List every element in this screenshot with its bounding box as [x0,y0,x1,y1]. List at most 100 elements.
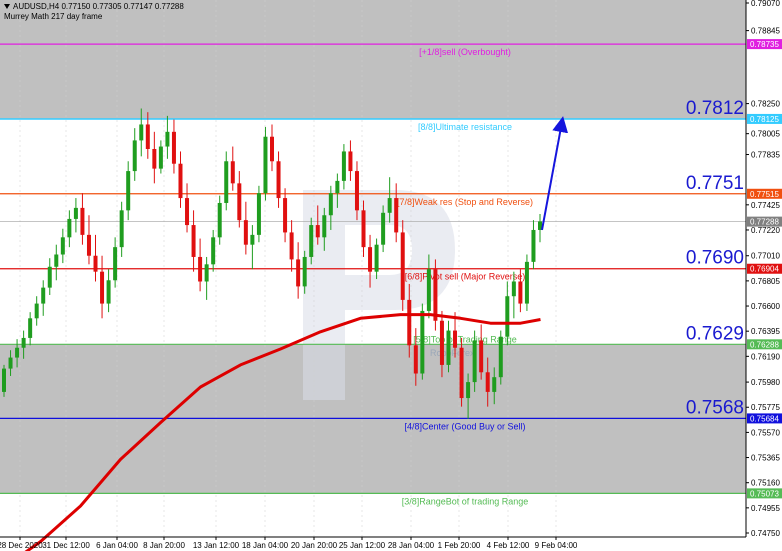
price-tick-label: 0.77220 [751,226,780,235]
candle-body [348,151,353,172]
candle-body [126,171,131,211]
candle [348,140,353,181]
collapse-triangle-icon[interactable] [4,4,10,10]
overbought-band [0,44,746,119]
candle-body [400,232,405,300]
symbol-quote: AUDUSD,H4 0.77150 0.77305 0.77147 0.7728… [13,2,184,11]
price-tick-label: 0.77835 [751,151,780,160]
candle [531,220,536,270]
candle-body [485,372,490,392]
price-tag-label: 0.76904 [750,265,779,274]
candle-body [198,256,203,282]
candle-body [289,232,294,260]
candle [119,201,124,257]
time-axis: 28 Dec 2020 31 Dec 12:00 6 Jan 04:00 8 Jan … [0,536,746,550]
candle-body [315,225,320,238]
candle [73,198,78,233]
level-label: [4/8]Center (Good Buy or Sell) [404,421,525,431]
candle [34,296,39,326]
candle-body [309,225,314,257]
price-tick-label: 0.76600 [751,302,780,311]
symbol-line: AUDUSD,H4 0.77150 0.77305 0.77147 0.7728… [4,2,184,12]
watermark-text: RoboForex [430,348,475,358]
price-tick-label: 0.79070 [751,0,780,8]
level-label: [+1/8]sell (Overbought) [419,47,511,57]
price-tick-label: 0.74955 [751,504,780,513]
candle-body [67,218,72,238]
candle [230,146,235,191]
candle-body [86,234,91,256]
candle-body [2,368,6,392]
time-tick-label: 6 Jan 04:00 [96,541,138,550]
price-axis-bg [746,0,782,551]
price-tick-label: 0.76395 [751,327,780,336]
candle [93,234,98,282]
candle [132,128,137,181]
chart-info: AUDUSD,H4 0.77150 0.77305 0.77147 0.7728… [4,2,184,22]
candle [479,324,484,380]
candle-body [93,255,98,272]
candle [100,255,105,319]
candle [243,201,248,255]
candle [178,151,183,208]
price-tick-label: 0.74750 [751,529,780,538]
time-tick-label: 31 Dec 12:00 [42,541,90,550]
candle-body [158,146,163,169]
candle-body [113,247,118,281]
candle [289,220,294,272]
candle-body [328,193,333,216]
candle [60,228,65,264]
candle-body [60,237,65,255]
forecast-arrow-line [541,116,569,231]
candle-body [191,225,196,257]
price-tag: 0.76288 [747,339,782,350]
candle [80,193,85,245]
candle-body [54,254,59,267]
price-tag: 0.78125 [747,113,782,124]
candle [374,238,379,280]
price-tag-label: 0.77288 [750,218,779,227]
price-tag-label: 0.78735 [750,40,779,49]
candle-body [341,151,346,181]
price-tag: 0.77288 [747,216,782,227]
price-tick-label: 0.75570 [751,428,780,437]
price-tick-label: 0.78005 [751,130,780,139]
candle [126,161,131,221]
price-tick-label: 0.78250 [751,100,780,109]
candle-body [256,193,261,235]
time-tick-label: 25 Jan 12:00 [339,541,386,550]
candle-body [446,330,451,365]
candle [341,144,346,190]
forecast-arrow [541,116,569,231]
candle-body [518,281,523,304]
price-tag: 0.76904 [747,263,782,274]
candle [498,330,503,385]
price-tag-label: 0.78125 [750,115,779,124]
candle-body [407,299,412,346]
price-tick-label: 0.75160 [751,479,780,488]
candle-body [420,310,425,374]
candle-body [276,161,281,199]
candle [54,244,59,281]
candle-body [250,234,255,245]
candle [217,195,222,245]
level-label: [8/8]Ultimate resistance [418,122,512,132]
candle [113,237,118,288]
chart-canvas: RoboForex [+1/8]sell (Overbought) [8/8]Ul… [0,0,782,551]
candle-body [152,148,157,169]
candle-body [394,198,399,233]
candle [67,210,72,248]
price-tick-label: 0.75365 [751,454,780,463]
candle-body [224,161,229,203]
candle [433,259,438,331]
candle-body [354,171,359,211]
candle [158,140,163,174]
candle [106,269,111,313]
price-tag-label: 0.77515 [750,190,779,199]
candle-body [511,281,516,297]
candle [296,242,301,299]
level-label: [7/8]Weak res (Stop and Reverse) [397,197,533,207]
candle-body [322,215,327,238]
candle-body [73,207,78,219]
candle-body [21,337,26,348]
